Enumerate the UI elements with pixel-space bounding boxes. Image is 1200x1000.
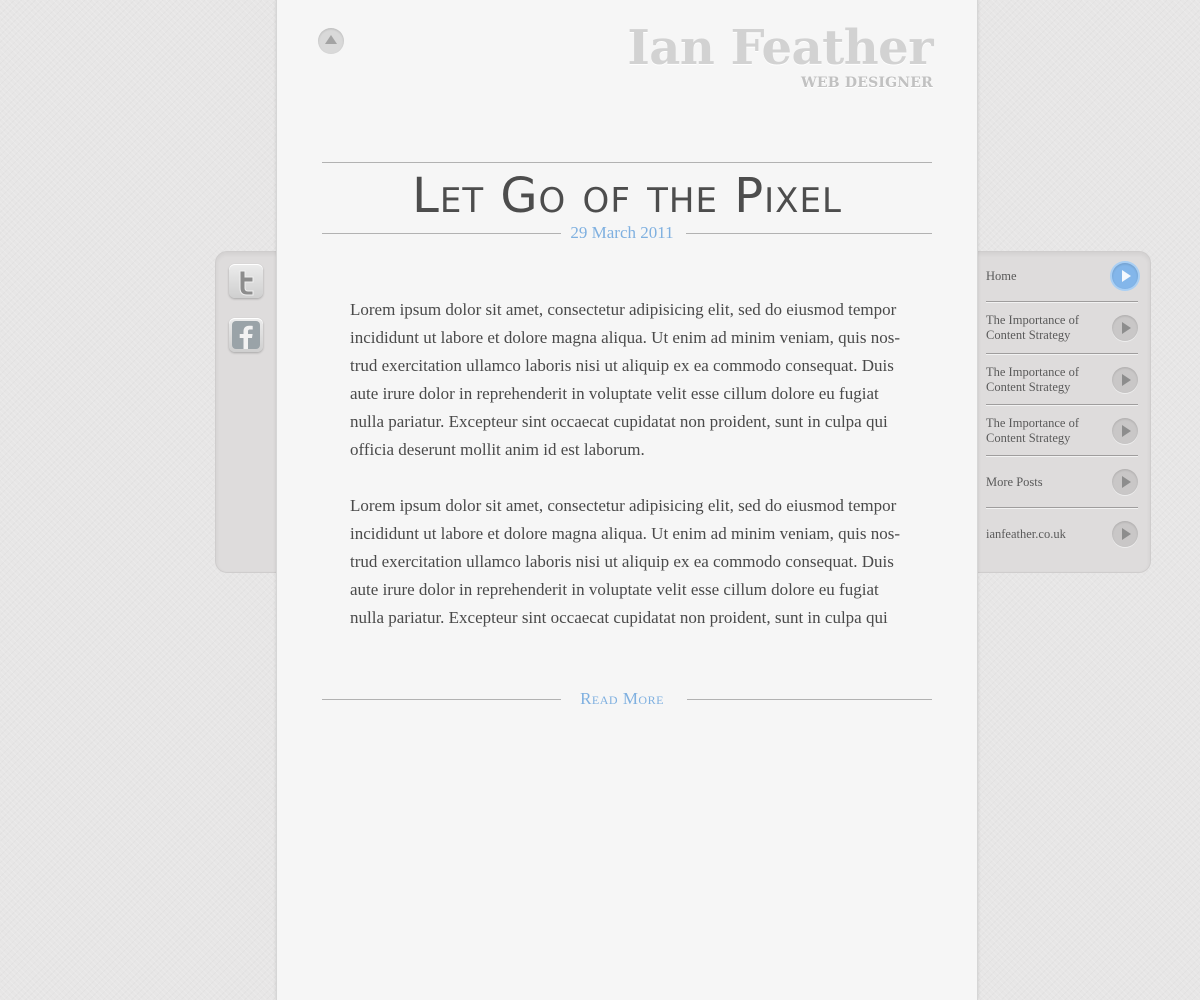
- nav-item-home[interactable]: Home: [986, 263, 1138, 289]
- nav-item-post[interactable]: The Importance of Content Strategy: [986, 414, 1138, 448]
- twitter-icon[interactable]: [229, 264, 263, 298]
- nav-item-label: Home: [986, 268, 1017, 283]
- post-paragraph: Lorem ipsum dolor sit amet, consectetur …: [350, 496, 901, 627]
- play-arrow-icon[interactable]: [1112, 469, 1138, 495]
- page-content: Ian Feather WEB DESIGNER Let Go of the P…: [276, 0, 978, 1000]
- post-date: 29 March 2011: [570, 223, 674, 242]
- nav-item-label: More Posts: [986, 474, 1043, 489]
- nav-divider: [986, 507, 1138, 508]
- post-paragraph: Lorem ipsum dolor sit amet, consectetur …: [350, 300, 901, 459]
- nav-item-external-site[interactable]: ianfeather.co.uk: [986, 521, 1138, 547]
- site-logo[interactable]: Ian Feather WEB DESIGNER: [627, 22, 933, 90]
- arrow-up-icon[interactable]: [318, 28, 344, 54]
- nav-divider: [986, 455, 1138, 456]
- logo-subtitle: WEB DESIGNER: [800, 75, 933, 91]
- nav-item-label: The Importance of Content Strategy: [986, 416, 1080, 445]
- read-more-rule-right: [687, 699, 932, 700]
- nav-item-label: The Importance of Content Strategy: [986, 313, 1080, 342]
- date-rule-right: [686, 233, 932, 234]
- play-arrow-icon[interactable]: [1112, 263, 1138, 289]
- play-arrow-icon[interactable]: [1112, 315, 1138, 341]
- read-more-rule-left: [322, 699, 561, 700]
- nav-divider: [986, 404, 1138, 405]
- title-rule-top: [322, 162, 932, 163]
- date-rule-left: [322, 233, 561, 234]
- nav-item-post[interactable]: The Importance of Content Strategy: [986, 363, 1138, 397]
- read-more-link[interactable]: Read More: [557, 690, 687, 708]
- play-arrow-icon[interactable]: [1112, 521, 1138, 547]
- post-title: Let Go of the Pixel: [412, 168, 842, 224]
- nav-divider: [986, 301, 1138, 302]
- play-arrow-icon[interactable]: [1112, 418, 1138, 444]
- nav-item-label: The Importance of Content Strategy: [986, 365, 1080, 394]
- logo-name: Ian Feather: [627, 20, 933, 76]
- nav-item-more-posts[interactable]: More Posts: [986, 469, 1138, 495]
- nav-divider: [986, 353, 1138, 354]
- nav-item-label: ianfeather.co.uk: [986, 526, 1066, 541]
- facebook-icon[interactable]: [229, 318, 263, 352]
- play-arrow-icon[interactable]: [1112, 367, 1138, 393]
- nav-item-post[interactable]: The Importance of Content Strategy: [986, 311, 1138, 345]
- post-body: Lorem ipsum dolor sit amet, consectetur …: [350, 296, 910, 660]
